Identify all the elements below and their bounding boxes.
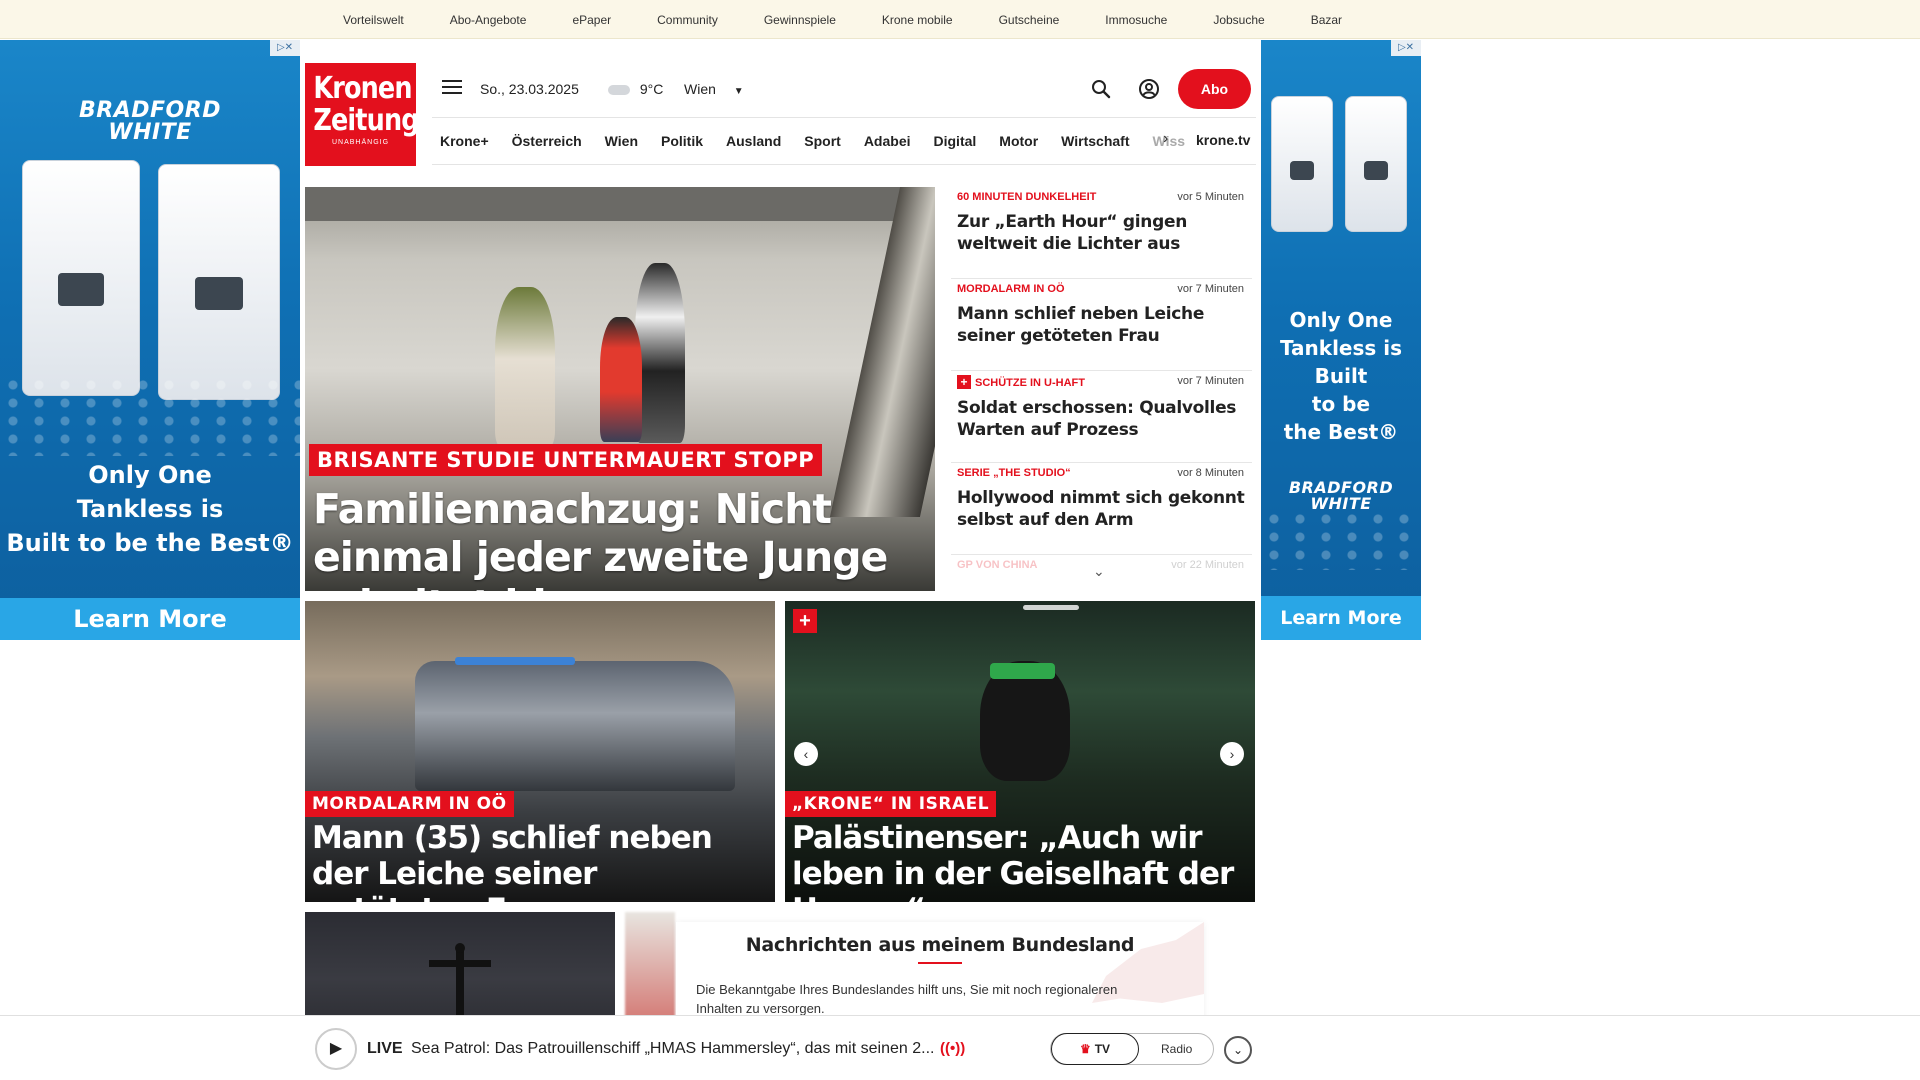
top-utility-bar: Vorteilswelt Abo-Angebote ePaper Communi… <box>0 0 1920 39</box>
teaser-kicker: „Krone“ in Israel <box>785 791 997 817</box>
nav-item-motor[interactable]: Motor <box>999 133 1038 149</box>
list-item[interactable]: Mordalarm in OÖ vor 7 Minuten Mann schli… <box>951 279 1252 371</box>
carousel-pager <box>1023 605 1079 610</box>
ad-learn-more-button[interactable]: Learn More <box>1261 596 1421 640</box>
ad-slogan: Only One Tankless is Built to be the Bes… <box>6 461 294 557</box>
statue-image <box>429 943 491 1018</box>
latest-news-list: 60 Minuten Dunkelheit vor 5 Minuten Zur … <box>951 187 1252 591</box>
carousel-prev-button[interactable]: ‹ <box>794 742 818 766</box>
news-title[interactable]: Zur „Earth Hour“ gingen weltweit die Lic… <box>957 211 1252 255</box>
nav-item-digital[interactable]: Digital <box>934 133 977 149</box>
news-time: vor 7 Minuten <box>1177 283 1244 295</box>
weather-widget[interactable]: 9°C <box>608 81 663 97</box>
teaser-headline[interactable]: Mann (35) schlief neben der Leiche seine… <box>312 820 767 902</box>
news-time: vor 8 Minuten <box>1177 467 1244 479</box>
kronen-zeitung-logo[interactable]: Kronen Zeitung UNABHÄNGIG <box>305 63 420 166</box>
list-item[interactable]: 60 Minuten Dunkelheit vor 5 Minuten Zur … <box>951 187 1252 279</box>
bundesland-text: Die Bekanntgabe Ihres Bundeslandes hilft… <box>696 982 1118 1016</box>
abo-button[interactable]: Abo <box>1178 69 1251 109</box>
nav-item-politik[interactable]: Politik <box>661 133 703 149</box>
news-time: vor 5 Minuten <box>1177 191 1244 203</box>
nav-item-sport[interactable]: Sport <box>804 133 841 149</box>
ad-slogan: Only One Tankless is Built to be the Bes… <box>1279 308 1403 444</box>
nav-item-wissen[interactable]: Wiss <box>1153 133 1186 149</box>
topbar-link-gutscheine[interactable]: Gutscheine <box>999 13 1060 27</box>
tv-tab[interactable]: ♛ TV <box>1051 1033 1139 1065</box>
player-title[interactable]: Sea Patrol: Das Patrouillenschiff „HMAS … <box>411 1040 934 1058</box>
ad-brand-logo: BRADFORD WHITE <box>1288 478 1394 513</box>
main-navigation: Krone+ Österreich Wien Politik Ausland S… <box>432 117 1256 165</box>
ad-product-image-2 <box>158 164 280 400</box>
radio-tab[interactable]: Radio <box>1161 1034 1192 1064</box>
topbar-link-bazar[interactable]: Bazar <box>1311 13 1342 27</box>
krone-crown-icon: ♛ <box>1079 1042 1091 1056</box>
chevron-right-icon[interactable]: › <box>1163 130 1168 148</box>
nav-item-adabei[interactable]: Adabei <box>864 133 911 149</box>
topbar-link-epaper[interactable]: ePaper <box>572 13 611 27</box>
live-player-bar: ▶ LIVE Sea Patrol: Das Patrouillenschiff… <box>0 1015 1920 1080</box>
ad-product-image-2 <box>1345 96 1407 232</box>
nav-item-krone-tv[interactable]: krone.tv <box>1196 132 1250 148</box>
region-selector[interactable]: Wien ▼ <box>684 81 744 97</box>
news-title[interactable]: Soldat erschossen: Qualvolles Warten auf… <box>957 397 1252 441</box>
list-item[interactable]: + Schütze in U-Haft vor 7 Minuten Soldat … <box>951 371 1252 463</box>
nav-item-ausland[interactable]: Ausland <box>726 133 781 149</box>
carousel-next-button[interactable]: › <box>1220 742 1244 766</box>
krone-plus-icon: + <box>957 375 971 389</box>
current-date: So., 23.03.2025 <box>480 81 579 97</box>
topbar-link-gewinnspiele[interactable]: Gewinnspiele <box>764 13 836 27</box>
hero-article[interactable]: Brisante Studie untermauert Stopp Famili… <box>305 187 935 591</box>
news-time: vor 22 Minuten <box>1171 559 1244 571</box>
cloud-icon <box>608 85 630 96</box>
ad-right-banner[interactable]: ▷✕ Only One Tankless is Built to be the … <box>1261 40 1421 640</box>
ad-left-banner[interactable]: ▷✕ BRADFORD WHITE Only One Tankless is B… <box>0 40 300 640</box>
nav-item-wien[interactable]: Wien <box>605 133 638 149</box>
news-title[interactable]: Hollywood nimmt sich gekonnt selbst auf … <box>957 487 1252 531</box>
ad-brand-logo: BRADFORD WHITE <box>79 98 221 145</box>
live-label: LIVE <box>367 1040 403 1057</box>
topbar-link-immosuche[interactable]: Immosuche <box>1105 13 1167 27</box>
topbar-link-jobsuche[interactable]: Jobsuche <box>1213 13 1264 27</box>
temperature: 9°C <box>639 81 664 97</box>
topbar-link-krone-mobile[interactable]: Krone mobile <box>882 13 953 27</box>
teaser-article[interactable]: Mordalarm in OÖ Mann (35) schlief neben … <box>305 601 775 902</box>
chevron-down-icon[interactable]: ⌄ <box>1224 1036 1252 1064</box>
news-time: vor 7 Minuten <box>1177 375 1244 387</box>
ad-choices-icon[interactable]: ▷✕ <box>1391 40 1421 56</box>
media-switch: ♛ TV Radio <box>1050 1033 1214 1065</box>
topbar-link-vorteilswelt[interactable]: Vorteilswelt <box>343 13 404 27</box>
menu-icon[interactable] <box>442 80 462 98</box>
chevron-down-icon[interactable]: ⌄ <box>1093 563 1105 580</box>
nav-item-oesterreich[interactable]: Österreich <box>512 133 582 149</box>
chevron-down-icon: ▼ <box>733 86 744 97</box>
hero-kicker: Brisante Studie untermauert Stopp <box>309 444 823 476</box>
hero-headline[interactable]: Familiennachzug: Nicht einmal jeder zwei… <box>313 485 923 591</box>
news-title[interactable]: Mann schlief neben Leiche seiner getötet… <box>957 303 1252 347</box>
ad-learn-more-button[interactable]: Learn More <box>0 598 300 640</box>
teaser-kicker: Mordalarm in OÖ <box>305 791 514 817</box>
ad-product-image <box>22 160 140 396</box>
topbar-link-community[interactable]: Community <box>657 13 718 27</box>
nav-item-wirtschaft[interactable]: Wirtschaft <box>1061 133 1129 149</box>
krone-plus-icon: + <box>793 609 817 633</box>
user-account-icon[interactable] <box>1138 78 1160 100</box>
nav-item-krone-plus[interactable]: Krone+ <box>440 133 489 149</box>
bundesland-title: Nachrichten aus meinem Bundesland <box>745 934 1135 956</box>
teaser-article[interactable]: + ‹ › „Krone“ in Israel Palästinenser: „… <box>785 601 1255 902</box>
play-button[interactable]: ▶ <box>315 1028 357 1070</box>
region-label: Wien <box>684 81 716 97</box>
ad-product-image <box>1271 96 1333 232</box>
topbar-link-abo-angebote[interactable]: Abo-Angebote <box>450 13 527 27</box>
list-item[interactable]: Serie „The Studio“ vor 8 Minuten Hollywo… <box>951 463 1252 555</box>
teaser-headline[interactable]: Palästinenser: „Auch wir leben in der Ge… <box>792 820 1247 902</box>
ad-choices-icon[interactable]: ▷✕ <box>270 40 300 56</box>
broadcast-icon: ((•)) <box>940 1040 966 1057</box>
search-icon[interactable] <box>1090 78 1112 100</box>
